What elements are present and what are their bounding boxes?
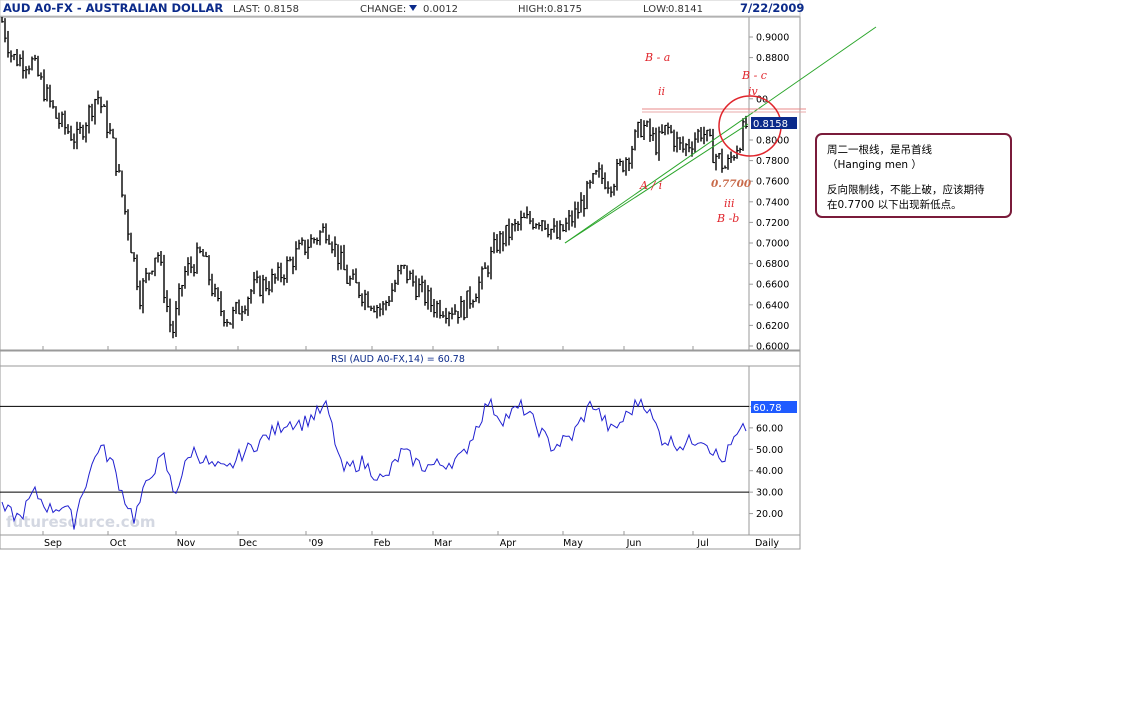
chart-header: AUD A0-FX - AUSTRALIAN DOLLAR LAST: 0.81… (0, 0, 804, 17)
annotation-b-c: B - c (741, 69, 767, 82)
price-bars (1, 16, 748, 339)
price-tick-label: 0.6600 (756, 280, 789, 291)
high-label: HIGH: (518, 4, 547, 15)
last-value: 0.8158 (264, 4, 299, 15)
chart-date: 7/22/2009 (740, 1, 804, 15)
price-tick-label: 0.6400 (756, 300, 789, 311)
x-tick-label: Daily (755, 538, 779, 549)
annotation-iv: iv (748, 85, 759, 98)
rsi-last-label: 60.78 (753, 403, 782, 414)
price-tick-label: 0.6800 (756, 259, 789, 270)
x-tick-label: Jul (696, 538, 708, 549)
rsi-tick-label: 50.00 (756, 445, 783, 456)
x-tick-label: Jun (626, 538, 642, 549)
comment-line-1: 周二一根线，是吊首线 (827, 144, 932, 156)
chart-canvas: AUD A0-FX - AUSTRALIAN DOLLAR LAST: 0.81… (0, 0, 877, 550)
price-panel-frame (0, 16, 801, 351)
price-tick-label: 0.7600 (756, 177, 789, 188)
x-tick-label: Oct (110, 538, 127, 549)
price-tick-label: 0.9000 (756, 33, 789, 44)
price-tick-label: 0.8000 (756, 136, 789, 147)
low-label: LOW: (643, 4, 669, 15)
annotation-0-7700: 0.7700 (711, 178, 752, 190)
comment-line-2: （Hanging men ） (827, 159, 922, 171)
price-tick-label: 0.7000 (756, 239, 789, 250)
rsi-line (1, 397, 747, 530)
x-tick-label: May (563, 538, 583, 549)
rsi-title: RSI (AUD A0-FX,14) = 60.78 (331, 354, 465, 365)
x-tick-label: Apr (500, 538, 517, 549)
annotation-ii: ii (658, 85, 665, 98)
comment-line-4: 在0.7700 以下出现新低点。 (827, 199, 962, 211)
rsi-tick-label: 30.00 (756, 488, 783, 499)
rsi-tick-label: 20.00 (756, 509, 783, 520)
rsi-tick-label: 40.00 (756, 466, 783, 477)
annotation-a-i: A / i (639, 179, 662, 192)
price-tick-label: 0.7400 (756, 197, 789, 208)
price-tick-label: 0.8800 (756, 53, 789, 64)
x-tick-label: '09 (309, 538, 324, 549)
price-grid (749, 36, 753, 347)
high-value: 0.8175 (547, 4, 582, 15)
comment-line-3: 反向限制线，不能上破，应该期待 (827, 184, 985, 196)
rsi-tick-label: 60.00 (756, 423, 783, 434)
last-price-label: 0.8158 (753, 119, 788, 130)
watermark: futuresource.com (6, 513, 156, 531)
price-tick-label: 0.7200 (756, 218, 789, 229)
annotation-b-b: B -b (716, 212, 739, 225)
rsi-axis: 70.0060.0050.0040.0030.0020.00 (756, 402, 783, 520)
price-tick-label: 0.7800 (756, 156, 789, 167)
x-tick-label: Nov (177, 538, 196, 549)
comment-box: 周二一根线，是吊首线 （Hanging men ） 反向限制线，不能上破，应该期… (815, 133, 1012, 218)
rsi-panel-frame (0, 365, 801, 536)
change-label: CHANGE: (360, 4, 406, 15)
x-tick-label: Mar (434, 538, 452, 549)
low-value: 0.8141 (668, 4, 703, 15)
change-value: 0.0012 (423, 4, 458, 15)
price-tick-label: 0.6200 (756, 321, 789, 332)
last-label: LAST: (233, 4, 260, 15)
instrument-title: AUD A0-FX - AUSTRALIAN DOLLAR (3, 1, 223, 15)
x-tick-label: Feb (374, 538, 391, 549)
x-tick-label: Dec (239, 538, 257, 549)
x-tick-label: Sep (44, 538, 62, 549)
annotation-b-a: B - a (644, 51, 670, 64)
annotation-iii: iii (724, 197, 735, 210)
